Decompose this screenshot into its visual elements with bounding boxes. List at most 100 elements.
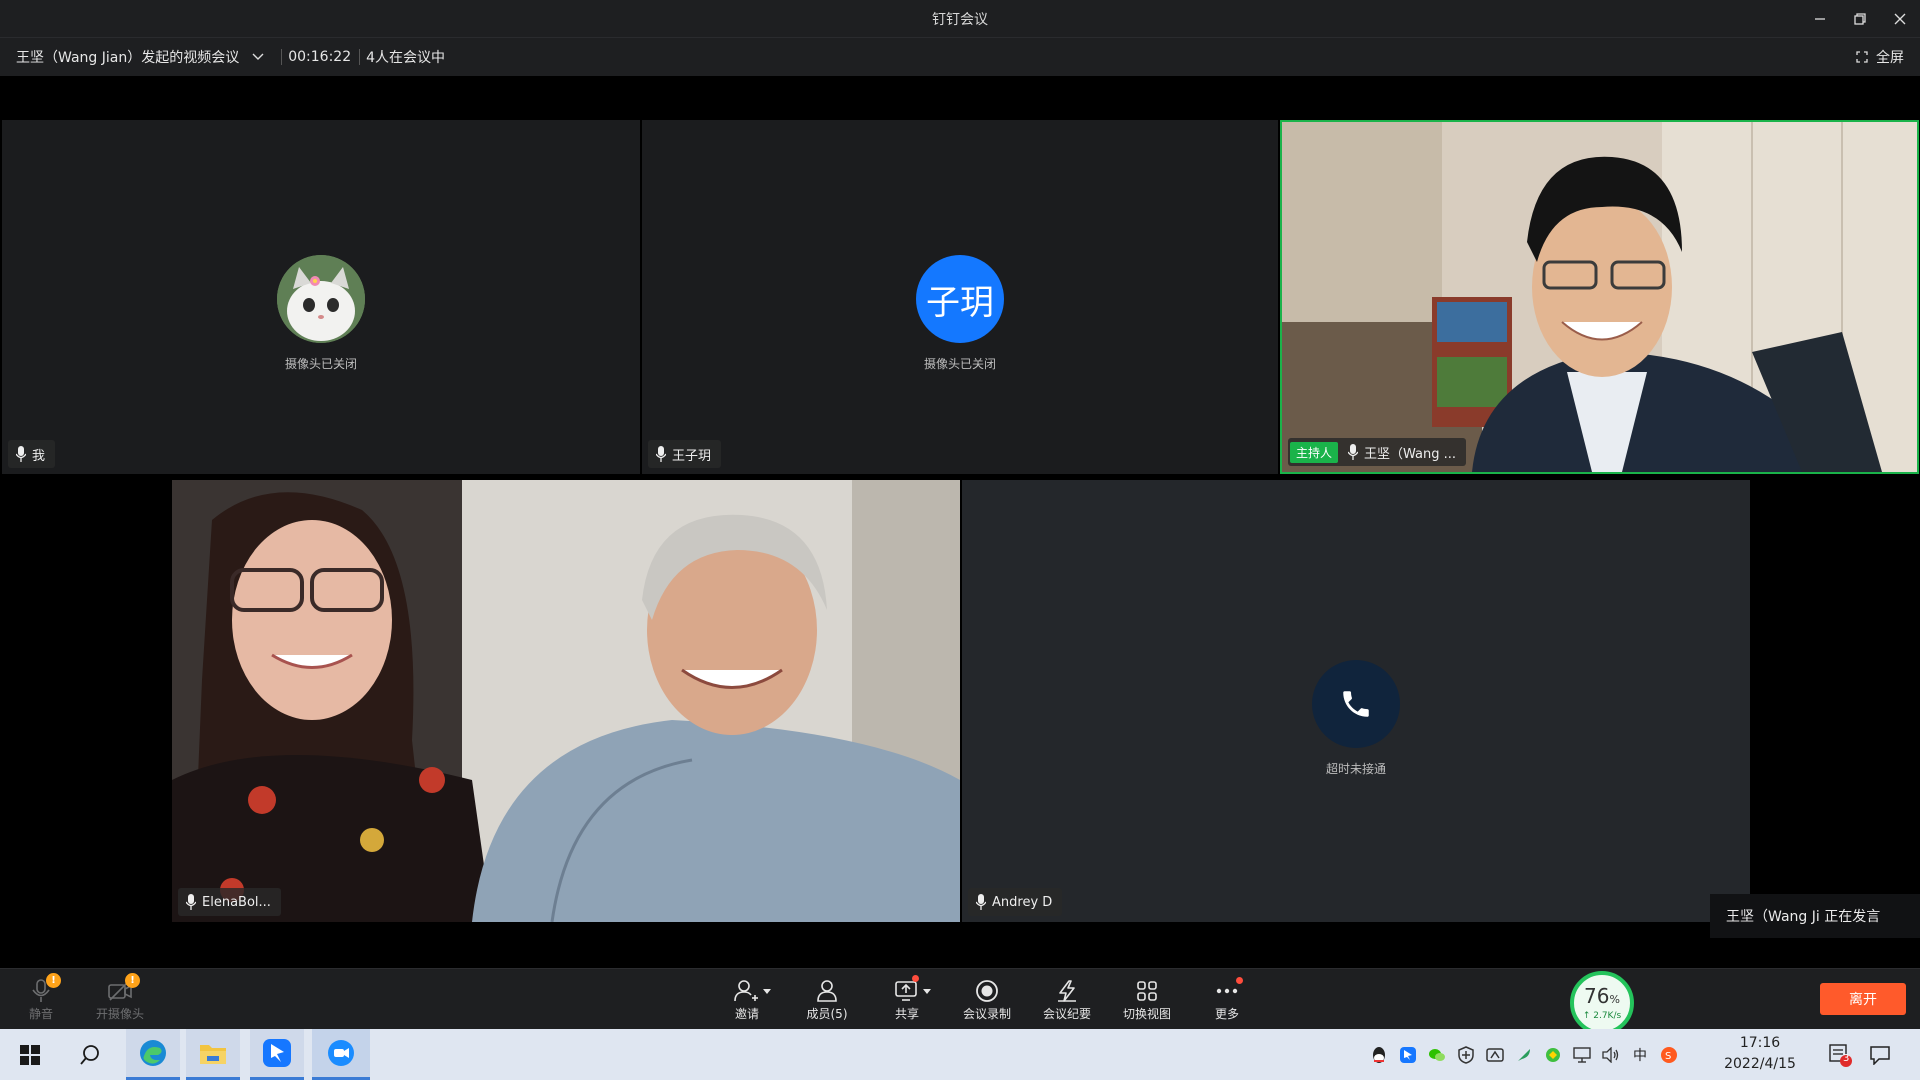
clock-time: 17:16 bbox=[1739, 1035, 1781, 1051]
security-guard-icon[interactable] bbox=[1544, 1046, 1562, 1064]
svg-text:S: S bbox=[1665, 1051, 1671, 1062]
more-button[interactable]: 更多 bbox=[1192, 977, 1262, 1022]
name-tag: 主持人 王坚（Wang ... bbox=[1288, 438, 1467, 466]
camera-off-caption: 摄像头已关闭 bbox=[284, 357, 357, 371]
feather-icon[interactable] bbox=[1515, 1046, 1533, 1064]
volume-icon[interactable] bbox=[1602, 1046, 1620, 1064]
minimize-icon bbox=[1815, 18, 1825, 20]
system-clock[interactable]: 17:16 2022/4/15 bbox=[1710, 1033, 1810, 1075]
minimize-button[interactable] bbox=[1800, 0, 1840, 38]
windows-logo-icon bbox=[20, 1044, 40, 1065]
name-tag: Andrey D bbox=[968, 888, 1063, 916]
participant-name: 王坚（Wang ... bbox=[1364, 446, 1457, 462]
windows-taskbar: 中 S 17:16 2022/4/15 3 bbox=[0, 1029, 1920, 1080]
more-label: 更多 bbox=[1214, 1007, 1239, 1021]
notification-dot bbox=[1236, 977, 1243, 984]
name-tag: 我 bbox=[8, 440, 56, 468]
network-icon[interactable] bbox=[1573, 1046, 1591, 1064]
ime-indicator[interactable]: 中 bbox=[1631, 1046, 1649, 1064]
speaking-indicator: 王坚（Wang Ji 正在发言 bbox=[1710, 894, 1920, 938]
participant-tile-elena[interactable]: ElenaBol... bbox=[172, 480, 960, 922]
participant-name: Andrey D bbox=[992, 894, 1053, 910]
taskbar-dingtalk[interactable] bbox=[250, 1029, 304, 1080]
restore-button[interactable] bbox=[1840, 0, 1880, 38]
expand-icon bbox=[1856, 51, 1868, 63]
microphone-icon bbox=[16, 446, 26, 462]
start-button[interactable] bbox=[2, 1029, 58, 1080]
host-video-feed bbox=[1282, 122, 1917, 472]
action-center-button[interactable] bbox=[1852, 1029, 1908, 1080]
switch-view-button[interactable]: 切换视图 bbox=[1112, 977, 1182, 1022]
minutes-label: 会议纪要 bbox=[1042, 1007, 1091, 1021]
network-rate: ↑ 2.7K/s bbox=[1582, 1011, 1622, 1021]
meeting-duration: 00:16:22 bbox=[288, 49, 352, 65]
share-label: 共享 bbox=[894, 1007, 919, 1021]
invite-label: 邀请 bbox=[734, 1007, 759, 1021]
name-tag: ElenaBol... bbox=[178, 888, 281, 916]
participant-tile-andrey[interactable]: 超时未接通 Andrey D bbox=[962, 480, 1750, 922]
warning-badge: ! bbox=[125, 973, 140, 988]
taskbar-file-explorer[interactable] bbox=[186, 1029, 240, 1080]
sogou-ime-icon[interactable]: S bbox=[1660, 1046, 1678, 1064]
camera-button[interactable]: ! 开摄像头 bbox=[85, 973, 155, 1022]
network-percent: 76% bbox=[1584, 984, 1620, 1008]
window-title: 钉钉会议 bbox=[932, 11, 988, 28]
caret-down-icon[interactable] bbox=[763, 989, 771, 995]
leave-button[interactable]: 离开 bbox=[1820, 983, 1906, 1015]
fullscreen-button[interactable]: 全屏 bbox=[1856, 38, 1904, 76]
microphone-icon bbox=[1348, 444, 1359, 460]
add-person-icon bbox=[734, 980, 758, 1002]
record-button[interactable]: 会议录制 bbox=[952, 977, 1022, 1022]
meeting-window: 钉钉会议 王坚（Wang Jian）发起的视频会议 00:16:22 4人在会议… bbox=[0, 0, 1920, 1035]
microphone-icon bbox=[186, 894, 196, 910]
mute-button[interactable]: ! 静音 bbox=[6, 973, 76, 1022]
phone-icon bbox=[1312, 660, 1400, 748]
wechat-icon[interactable] bbox=[1428, 1046, 1446, 1064]
kitten-avatar-icon bbox=[277, 255, 365, 343]
share-button[interactable]: 共享 bbox=[872, 975, 942, 1022]
close-button[interactable] bbox=[1880, 0, 1920, 38]
window-controls bbox=[1800, 0, 1920, 38]
shield-icon[interactable] bbox=[1457, 1045, 1475, 1064]
taskbar-search[interactable] bbox=[62, 1029, 118, 1080]
folder-icon bbox=[200, 1045, 226, 1064]
taskbar-dingtalk-meeting[interactable] bbox=[312, 1029, 370, 1080]
minutes-button[interactable]: 会议纪要 bbox=[1032, 977, 1102, 1022]
meeting-toolbar: ! 静音 ! 开摄像头 邀请 成员(5) 共享 会议录制 会议纪要 切换视图 更… bbox=[0, 968, 1920, 1035]
switch-view-label: 切换视图 bbox=[1122, 1007, 1171, 1021]
person-icon bbox=[817, 980, 837, 1002]
notification-count: 3 bbox=[1843, 1053, 1850, 1064]
participant-name: 王子玥 bbox=[672, 448, 712, 464]
name-tag: 王子玥 bbox=[648, 440, 722, 468]
system-tray: 中 S bbox=[1370, 1029, 1678, 1080]
screenshot-icon[interactable] bbox=[1486, 1046, 1504, 1064]
call-status-caption: 超时未接通 bbox=[1325, 762, 1386, 776]
qq-icon[interactable] bbox=[1370, 1046, 1388, 1064]
notification-icon bbox=[1829, 1044, 1852, 1067]
participant-tile-ziyue[interactable]: 子玥 摄像头已关闭 王子玥 bbox=[642, 120, 1278, 474]
participant-tile-host[interactable]: 主持人 王坚（Wang ... bbox=[1280, 120, 1919, 474]
chevron-down-icon[interactable] bbox=[251, 50, 265, 64]
dingtalk-tray-icon[interactable] bbox=[1399, 1046, 1417, 1064]
divider bbox=[281, 49, 283, 65]
elena-video-feed bbox=[172, 480, 960, 922]
notifications-button[interactable]: 3 bbox=[1828, 1042, 1854, 1072]
participant-tile-me[interactable]: 摄像头已关闭 我 bbox=[2, 120, 640, 474]
members-button[interactable]: 成员(5) bbox=[792, 977, 862, 1022]
network-quality-indicator[interactable]: 76% ↑ 2.7K/s bbox=[1570, 971, 1634, 1035]
camera-label: 开摄像头 bbox=[95, 1007, 144, 1021]
camera-off-caption: 摄像头已关闭 bbox=[923, 357, 996, 371]
invite-button[interactable]: 邀请 bbox=[712, 977, 782, 1022]
members-label: 成员(5) bbox=[806, 1007, 848, 1021]
screen-share-icon bbox=[895, 981, 917, 1001]
notification-dot bbox=[912, 975, 919, 982]
participant-name: ElenaBol... bbox=[202, 894, 271, 910]
grid-icon bbox=[1137, 981, 1157, 1001]
close-icon bbox=[1894, 13, 1906, 25]
participant-name: 我 bbox=[32, 448, 46, 464]
taskbar-edge[interactable] bbox=[126, 1029, 180, 1080]
caret-down-icon[interactable] bbox=[923, 989, 931, 995]
meeting-title[interactable]: 王坚（Wang Jian）发起的视频会议 bbox=[16, 47, 239, 67]
clock-date: 2022/4/15 bbox=[1724, 1056, 1796, 1072]
lightning-icon bbox=[1058, 980, 1076, 1002]
